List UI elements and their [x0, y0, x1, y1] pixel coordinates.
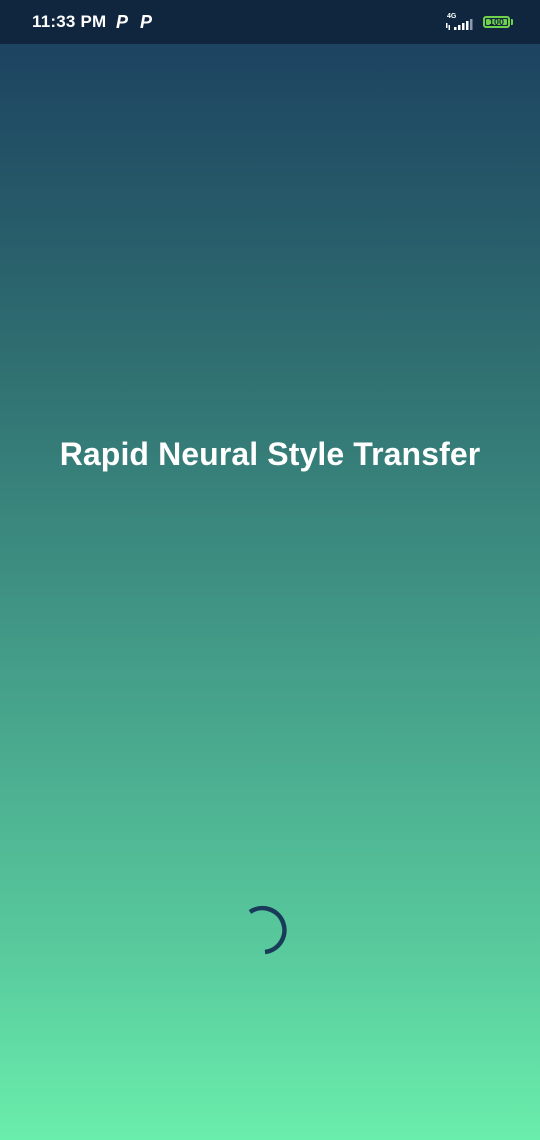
battery-level: 100 — [488, 17, 505, 27]
battery-icon: 100 — [483, 16, 510, 28]
p-notification-icon: P — [116, 12, 129, 32]
app-title: Rapid Neural Style Transfer — [59, 436, 481, 472]
status-bar: 11:33 PM P P 4G 100 — [0, 0, 540, 44]
battery-tip — [511, 19, 513, 25]
p-notification-icon: P — [140, 12, 153, 32]
loading-spinner-icon — [248, 905, 287, 955]
status-time: 11:33 PM — [32, 12, 107, 31]
signal-strength-icon — [446, 19, 473, 30]
notification-icons: P P — [116, 13, 152, 31]
splash-screen: 11:33 PM P P 4G 100 Rapid Neural Style T… — [0, 0, 540, 1140]
